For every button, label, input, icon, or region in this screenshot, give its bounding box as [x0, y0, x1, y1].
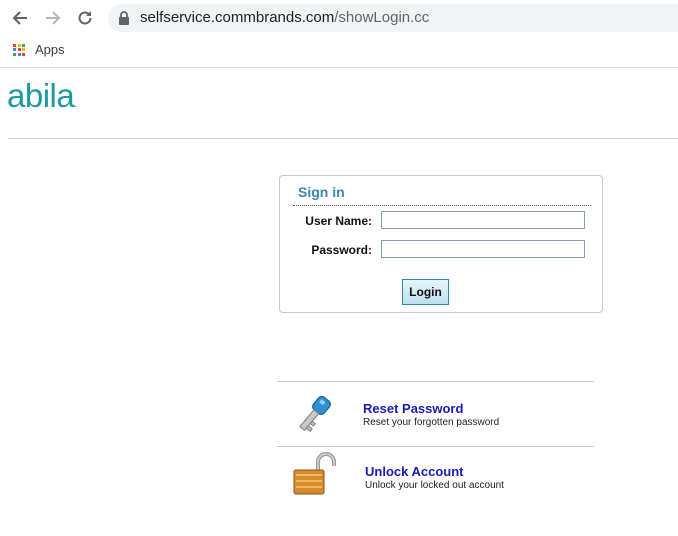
- reset-password-title: Reset Password: [363, 401, 464, 416]
- url-text: selfservice.commbrands.com/showLogin.cc: [140, 9, 429, 26]
- unlock-account-subtitle: Unlock your locked out account: [365, 480, 504, 491]
- padlock-icon: [293, 452, 336, 495]
- apps-grid-icon: [13, 43, 25, 56]
- logo-suffix: .: [74, 99, 77, 110]
- login-button[interactable]: Login: [402, 279, 449, 305]
- back-arrow-icon: [12, 11, 27, 25]
- apps-shortcut[interactable]: Apps: [13, 42, 65, 57]
- logo-text: abila: [7, 77, 75, 114]
- reset-password-link[interactable]: Reset Password Reset your forgotten pass…: [290, 390, 590, 450]
- username-input[interactable]: [381, 211, 585, 229]
- key-icon: [299, 395, 331, 432]
- url-path: /showLogin.cc: [334, 9, 430, 26]
- signin-title: Sign in: [298, 184, 345, 200]
- abila-logo: abila.: [7, 76, 77, 125]
- username-label: User Name:: [305, 214, 372, 228]
- signin-panel: Sign in User Name: Password: Login: [279, 175, 603, 313]
- signin-divider: [293, 205, 591, 206]
- forward-arrow-icon: [46, 11, 61, 25]
- apps-label: Apps: [35, 42, 65, 57]
- forward-button[interactable]: [41, 6, 65, 30]
- browser-toolbar: selfservice.commbrands.com/showLogin.cc: [0, 0, 678, 36]
- reset-password-subtitle: Reset your forgotten password: [363, 417, 500, 428]
- actions-middle-divider: [277, 446, 594, 447]
- password-label: Password:: [311, 243, 372, 257]
- unlock-account-title: Unlock Account: [365, 464, 464, 479]
- unlock-account-link[interactable]: Unlock Account Unlock your locked out ac…: [290, 452, 590, 512]
- bookmarks-bar: Apps: [0, 36, 678, 68]
- url-host: selfservice.commbrands.com: [140, 9, 335, 26]
- actions-top-divider: [277, 381, 594, 382]
- address-bar[interactable]: selfservice.commbrands.com/showLogin.cc: [108, 4, 678, 32]
- password-input[interactable]: [381, 240, 585, 258]
- header-divider: [8, 138, 678, 139]
- lock-icon: [119, 11, 129, 25]
- back-button[interactable]: [8, 6, 32, 30]
- reload-icon: [78, 11, 92, 25]
- reload-button[interactable]: [73, 6, 97, 30]
